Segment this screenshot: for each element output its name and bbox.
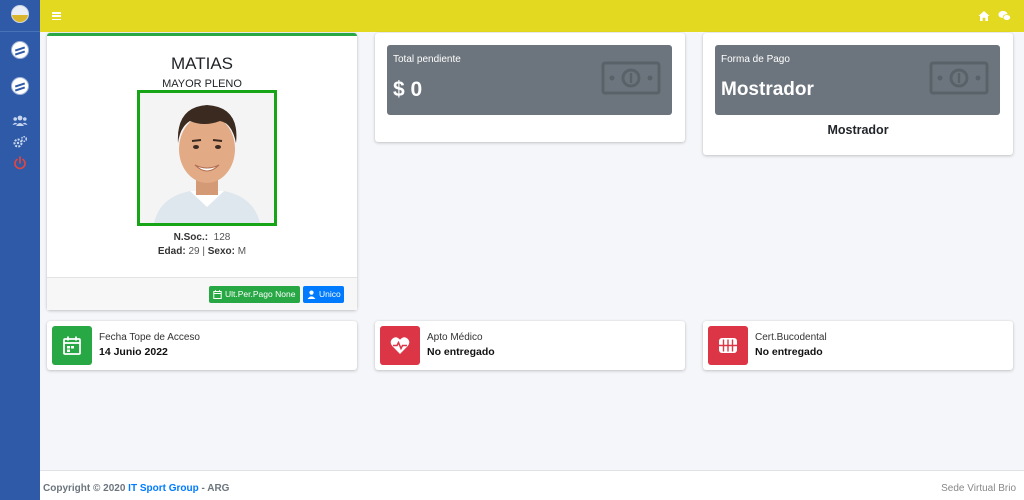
profile-card-footer: Ult.Per.Pago None Unico — [47, 277, 357, 310]
payment-method-box: Forma de Pago Mostrador — [715, 45, 1000, 115]
calendar-small-icon — [213, 290, 222, 299]
access-deadline-box: Fecha Tope de Acceso 14 Junio 2022 — [47, 321, 357, 370]
dental-certificate-icon-box — [708, 326, 748, 365]
member-age-label: Edad: — [157, 246, 186, 257]
plan-label: Unico — [319, 289, 341, 299]
member-age-value: 29 — [188, 246, 200, 257]
brand-logo[interactable] — [11, 5, 29, 23]
chat-icon[interactable] — [998, 10, 1011, 22]
copyright-suffix: - ARG — [201, 483, 230, 494]
copyright-text: Copyright © 2020 IT Sport Group - ARG — [43, 483, 229, 494]
company-link[interactable]: IT Sport Group — [128, 483, 199, 494]
medical-clearance-icon-box — [380, 326, 420, 365]
home-icon[interactable] — [978, 10, 990, 22]
user-icon — [307, 290, 316, 299]
payment-method-card: Forma de Pago Mostrador Mostrador — [703, 33, 1013, 155]
medical-clearance-box: Apto Médico No entregado — [375, 321, 685, 370]
money-bill-icon-2 — [929, 61, 989, 95]
last-payment-label: Ult.Per.Pago — [225, 289, 273, 299]
member-number-label: N.Soc.: — [173, 232, 209, 243]
top-navbar — [40, 0, 1024, 32]
member-name: MATIAS — [170, 54, 234, 73]
last-payment-value: None — [275, 289, 296, 299]
member-category: MAYOR PLENO — [162, 78, 242, 90]
member-number-line: N.Soc.: 128 — [47, 232, 357, 243]
users-icon[interactable] — [12, 114, 28, 128]
member-profile-card: MATIAS MAYOR PLENO N.Soc.: 128 Edad: 29 … — [47, 33, 357, 310]
sidebar — [0, 0, 40, 500]
total-pending-value: $ 0 — [393, 78, 423, 101]
money-bill-icon — [601, 61, 661, 95]
sidebar-item-club-emblem[interactable] — [11, 41, 29, 59]
dental-certificate-value: No entregado — [755, 346, 823, 358]
total-pending-box: Total pendiente $ 0 — [387, 45, 672, 115]
copyright-prefix: Copyright © 2020 — [43, 483, 126, 494]
member-age-sex-line: Edad: 29 | Sexo: M — [47, 246, 357, 257]
heartbeat-icon — [390, 337, 410, 354]
last-payment-button[interactable]: Ult.Per.Pago None — [209, 286, 300, 303]
payment-method-label: Forma de Pago — [721, 54, 790, 65]
total-pending-card: Total pendiente $ 0 — [375, 33, 685, 142]
access-deadline-icon-box — [52, 326, 92, 365]
gears-icon[interactable] — [12, 135, 28, 149]
sidebar-item-club-emblem-2[interactable] — [11, 77, 29, 95]
total-pending-label: Total pendiente — [393, 54, 461, 65]
member-avatar-illustration — [140, 93, 274, 223]
medical-clearance-title: Apto Médico — [427, 332, 483, 343]
plan-button[interactable]: Unico — [303, 286, 344, 303]
member-info-separator: | — [202, 246, 205, 257]
access-deadline-title: Fecha Tope de Acceso — [99, 332, 200, 343]
member-sex-label: Sexo: — [207, 246, 235, 257]
member-number-value: 128 — [213, 232, 231, 243]
sidebar-divider — [0, 31, 40, 32]
calendar-icon — [63, 336, 81, 355]
payment-method-value: Mostrador — [721, 79, 814, 100]
dental-certificate-box: Cert.Bucodental No entregado — [703, 321, 1013, 370]
page-footer: Copyright © 2020 IT Sport Group - ARG Se… — [40, 470, 1024, 500]
payment-method-caption: Mostrador — [827, 123, 889, 137]
member-sex-value: M — [237, 246, 247, 257]
teeth-icon — [719, 338, 737, 353]
member-photo — [137, 90, 277, 226]
access-deadline-value: 14 Junio 2022 — [99, 346, 168, 358]
hamburger-menu-icon[interactable] — [52, 12, 61, 21]
site-name: Sede Virtual Brio — [941, 483, 1016, 494]
dental-certificate-title: Cert.Bucodental — [755, 332, 827, 343]
medical-clearance-value: No entregado — [427, 346, 495, 358]
power-icon[interactable] — [12, 156, 28, 170]
